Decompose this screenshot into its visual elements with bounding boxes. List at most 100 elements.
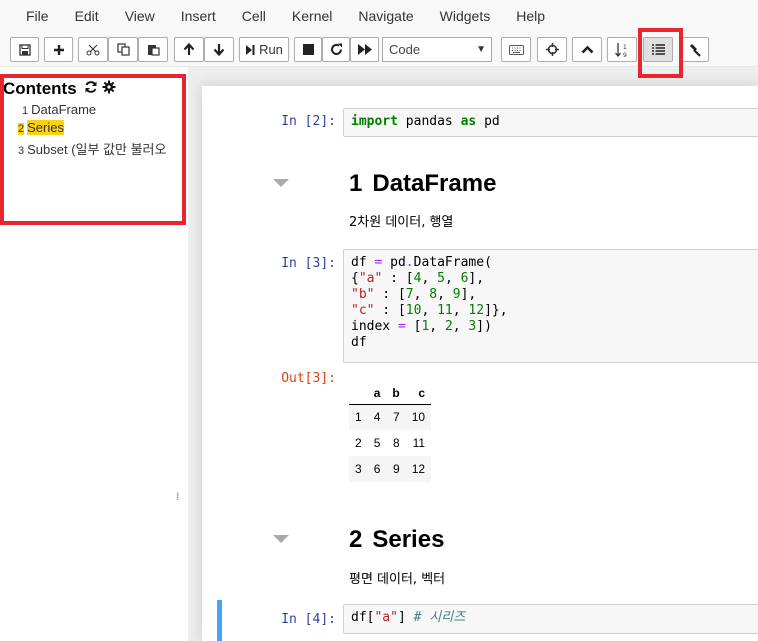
gavel-button[interactable]: [679, 37, 709, 62]
column-header: a: [367, 382, 387, 405]
crosshair-button[interactable]: [537, 37, 567, 62]
sort-button[interactable]: 19: [607, 37, 637, 62]
table-cell: 4: [373, 410, 381, 425]
output-prompt: Out[3]:: [281, 371, 336, 386]
row-index: 3: [355, 462, 362, 476]
keyboard-icon: [508, 44, 524, 55]
run-label: Run: [259, 42, 283, 57]
column-header: b: [386, 382, 406, 405]
run-icon: [246, 44, 255, 55]
refresh-icon[interactable]: [84, 80, 98, 98]
input-prompt: In [4]:: [281, 612, 336, 627]
menu-navigate[interactable]: Navigate: [345, 8, 426, 24]
command-palette-button[interactable]: [501, 37, 531, 62]
table-cell: 9: [393, 462, 400, 476]
paste-button[interactable]: [138, 37, 168, 62]
cut-icon: [86, 44, 100, 55]
heading-text: Series: [372, 526, 445, 553]
table-cell: 10: [411, 410, 426, 425]
toc-item-label: Series: [27, 120, 64, 135]
toc-panel: Contents 1 DataFrame 2 Series 3 Subset (일부 …: [0, 67, 188, 641]
heading-text: DataFrame: [372, 170, 497, 197]
cell-type-value: Code: [389, 42, 421, 57]
menubar: File Edit View Insert Cell Kernel Naviga…: [0, 0, 758, 31]
menu-view[interactable]: View: [112, 8, 168, 24]
cut-button[interactable]: [78, 37, 108, 62]
copy-button[interactable]: [108, 37, 138, 62]
toc-title: Contents: [3, 79, 77, 98]
table-cell: 6: [373, 462, 381, 476]
menu-insert[interactable]: Insert: [168, 8, 229, 24]
plus-icon: [53, 44, 64, 55]
markdown-text: 2차원 데이터, 행열: [349, 215, 454, 230]
list-icon: [651, 44, 665, 55]
table-cell: 8: [393, 436, 400, 450]
menu-cell[interactable]: Cell: [229, 8, 279, 24]
table-row: 1 4 7 10: [349, 404, 432, 430]
heading-number: 1: [349, 170, 363, 197]
fast-forward-icon: [357, 44, 372, 55]
menu-edit[interactable]: Edit: [62, 8, 112, 24]
sort-numeric-icon: 19: [615, 42, 627, 58]
restart-run-all-button[interactable]: [350, 37, 379, 62]
svg-text:1: 1: [623, 44, 627, 51]
column-header: c: [405, 382, 432, 405]
arrow-up-icon: [183, 43, 195, 55]
table-row: 3 6 9 12: [349, 456, 432, 482]
toc-item-number: 1: [22, 105, 29, 117]
toc-resize-handle[interactable]: ⁞: [176, 490, 180, 503]
menu-help[interactable]: Help: [503, 8, 558, 24]
table-cell: 11: [412, 436, 426, 450]
save-button[interactable]: [10, 37, 39, 62]
code-cell-input[interactable]: df["a"] # 시리즈: [343, 604, 758, 634]
cell-type-select[interactable]: Code ▼: [382, 37, 492, 62]
table-cell: 5: [373, 436, 381, 450]
collapse-heading-icon[interactable]: [273, 179, 289, 187]
move-down-button[interactable]: [204, 37, 234, 62]
toc-item-number: 2: [18, 123, 25, 135]
index-header: [349, 382, 368, 405]
toc-item-label: DataFrame: [31, 102, 97, 117]
toc-header: Contents: [3, 79, 116, 99]
table-cell: 7: [393, 410, 400, 425]
insert-cell-button[interactable]: [44, 37, 73, 62]
collapse-heading-icon[interactable]: [273, 535, 289, 543]
menu-widgets[interactable]: Widgets: [427, 8, 504, 24]
menu-file[interactable]: File: [14, 8, 62, 24]
restart-button[interactable]: [322, 37, 350, 62]
dataframe-table: a b c 1 4 7 10 2 5 8 11 3 6 9 12: [349, 382, 432, 482]
toc-item-number: 3: [18, 145, 25, 157]
move-up-button[interactable]: [174, 37, 204, 62]
heading-number: 2: [349, 526, 363, 553]
code-cell-input[interactable]: import pandas as pd: [343, 108, 758, 137]
markdown-text: 평면 데이터, 벡터: [349, 572, 446, 587]
paste-icon: [147, 45, 160, 56]
gear-icon[interactable]: [102, 80, 116, 98]
crosshair-icon: [545, 43, 559, 56]
caret-down-icon: ▼: [476, 44, 486, 55]
input-prompt: In [2]:: [281, 114, 336, 129]
selected-cell-indicator: [217, 600, 222, 641]
menu-kernel[interactable]: Kernel: [279, 8, 345, 24]
toc-item-dataframe[interactable]: 1 DataFrame: [22, 102, 96, 117]
save-icon: [18, 43, 31, 56]
toc-item-label: Subset (일부 값만 불러오: [27, 142, 167, 157]
toc-toggle-button[interactable]: [643, 37, 673, 62]
arrow-down-icon: [213, 44, 225, 56]
restart-icon: [330, 43, 342, 55]
row-index: 1: [355, 410, 362, 425]
table-cell: 12: [411, 462, 426, 476]
toc-item-subset[interactable]: 3 Subset (일부 값만 불러오: [18, 139, 176, 158]
collapse-up-button[interactable]: [572, 37, 602, 62]
code-cell-input[interactable]: df = pd.DataFrame( {"a" : [4, 5, 6], "b"…: [343, 249, 758, 363]
input-prompt: In [3]:: [281, 256, 336, 271]
table-row: 2 5 8 11: [349, 430, 431, 456]
stop-icon: [302, 44, 314, 55]
toolbar: Run Code ▼ 19: [0, 31, 758, 67]
toc-item-series[interactable]: 2 Series: [18, 120, 64, 135]
copy-icon: [116, 43, 130, 56]
run-button[interactable]: Run: [239, 37, 289, 62]
interrupt-button[interactable]: [294, 37, 322, 62]
heading-dataframe: 1 DataFrame: [349, 170, 496, 198]
row-index: 2: [355, 436, 362, 450]
